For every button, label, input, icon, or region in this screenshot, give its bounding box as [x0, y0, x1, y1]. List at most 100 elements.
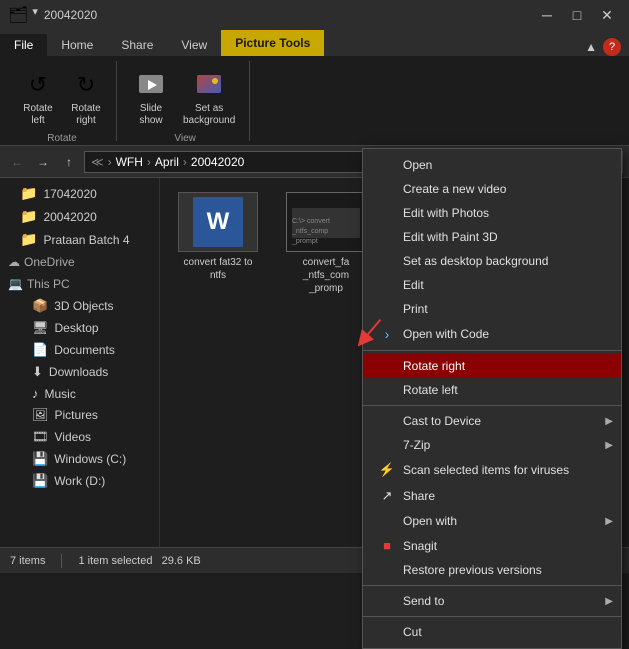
- slideshow-label: Slideshow: [139, 103, 162, 127]
- videos-icon: 🎞: [32, 429, 49, 445]
- ctx-label: Open with Code: [403, 327, 489, 341]
- sidebar-item-20042020[interactable]: 📁 20042020: [0, 205, 159, 228]
- cloud-icon: ☁: [8, 255, 20, 269]
- up-button[interactable]: ↑: [58, 151, 80, 173]
- tab-view[interactable]: View: [167, 34, 221, 56]
- sidebar-item-videos[interactable]: 🎞 Videos: [0, 426, 159, 448]
- set-background-button[interactable]: Set asbackground: [177, 65, 241, 131]
- sidebar-label: Music: [45, 387, 76, 401]
- context-menu: Open Create a new video Edit with Photos…: [362, 148, 622, 649]
- tab-home[interactable]: Home: [47, 34, 107, 56]
- ctx-label: Restore previous versions: [403, 563, 542, 577]
- ctx-edit[interactable]: Edit: [363, 273, 621, 297]
- ctx-7zip[interactable]: 7-Zip: [363, 433, 621, 457]
- tab-file[interactable]: File: [0, 34, 47, 56]
- ctx-create-video[interactable]: Create a new video: [363, 177, 621, 201]
- rotate-right-label: Rotateright: [71, 103, 100, 127]
- help-icon[interactable]: ?: [603, 38, 621, 56]
- ctx-label: Cast to Device: [403, 414, 481, 428]
- ctx-label: Edit with Paint 3D: [403, 230, 498, 244]
- sidebar-label: 3D Objects: [54, 299, 113, 313]
- ribbon-collapse-icon[interactable]: ▲: [585, 40, 597, 54]
- ctx-cast-to-device[interactable]: Cast to Device: [363, 409, 621, 433]
- window-title: 20042020: [44, 8, 97, 22]
- view-group-label: View: [174, 133, 196, 144]
- sidebar-item-3dobjects[interactable]: 📦 3D Objects: [0, 295, 159, 317]
- folder-icon: 📁: [20, 208, 37, 225]
- sidebar-item-music[interactable]: ♪ Music: [0, 383, 159, 404]
- sidebar-item-documents[interactable]: 📄 Documents: [0, 339, 159, 361]
- ctx-scan-viruses[interactable]: ⚡ Scan selected items for viruses: [363, 457, 621, 483]
- ctx-label: Rotate right: [403, 359, 465, 373]
- ribbon-group-view: Slideshow Set asbackground View: [121, 61, 250, 141]
- sidebar-item-windows-c[interactable]: 💾 Windows (C:): [0, 448, 159, 470]
- forward-button[interactable]: →: [32, 151, 54, 173]
- view-buttons: Slideshow Set asbackground: [129, 65, 241, 131]
- sidebar-item-work-d[interactable]: 💾 Work (D:): [0, 470, 159, 492]
- sidebar-item-downloads[interactable]: ⬇ Downloads: [0, 361, 159, 383]
- slideshow-icon: [135, 69, 167, 101]
- ctx-open[interactable]: Open: [363, 153, 621, 177]
- rotate-right-button[interactable]: ↻ Rotateright: [64, 65, 108, 131]
- documents-icon: 📄: [32, 342, 48, 358]
- snagit-icon: ■: [379, 538, 395, 553]
- ctx-open-vscode[interactable]: › Open with Code: [363, 321, 621, 347]
- rotate-left-button[interactable]: ↺ Rotateleft: [16, 65, 60, 131]
- ctx-restore-versions[interactable]: Restore previous versions: [363, 558, 621, 582]
- sidebar-label: Pictures: [55, 408, 98, 422]
- ctx-label: Print: [403, 302, 428, 316]
- back-button[interactable]: ←: [6, 151, 28, 173]
- ctx-send-to[interactable]: Send to: [363, 589, 621, 613]
- sidebar-item-pictures[interactable]: 🖼 Pictures: [0, 404, 159, 426]
- pictures-icon: 🖼: [32, 407, 49, 423]
- slideshow-button[interactable]: Slideshow: [129, 65, 173, 131]
- ctx-label: Cut: [403, 625, 422, 639]
- rotate-right-icon: ↻: [70, 69, 102, 101]
- ctx-cut[interactable]: Cut: [363, 620, 621, 644]
- ribbon-tabs: File Home Share View Picture Tools ▲ ?: [0, 30, 629, 56]
- file-label: convert_fa_ntfs_com_promp: [303, 256, 350, 295]
- sidebar-label: Work (D:): [54, 474, 105, 488]
- ctx-rotate-right[interactable]: Rotate right: [363, 354, 621, 378]
- path-wfh[interactable]: WFH: [116, 155, 143, 169]
- minimize-button[interactable]: ─: [533, 5, 561, 25]
- sidebar-item-thispc[interactable]: 💻 This PC: [0, 273, 159, 295]
- ctx-label: Snagit: [403, 539, 437, 553]
- ctx-edit-photos[interactable]: Edit with Photos: [363, 201, 621, 225]
- ctx-snagit[interactable]: ■ Snagit: [363, 533, 621, 558]
- svg-text:_prompt: _prompt: [291, 238, 318, 245]
- sidebar-item-onedrive[interactable]: ☁ OneDrive: [0, 251, 159, 273]
- tab-picture-tools[interactable]: Picture Tools: [221, 30, 324, 56]
- sidebar-label: Downloads: [49, 365, 108, 379]
- ctx-rotate-left[interactable]: Rotate left: [363, 378, 621, 402]
- sidebar-item-prataan[interactable]: 📁 Prataan Batch 4: [0, 228, 159, 251]
- sidebar-label: Desktop: [55, 321, 99, 335]
- desktop-icon: 🖥: [32, 320, 49, 336]
- drive-c-icon: 💾: [32, 451, 48, 467]
- sidebar-label: This PC: [27, 277, 70, 291]
- arrow-annotation: [358, 318, 382, 358]
- 3dobjects-icon: 📦: [32, 298, 48, 314]
- ctx-set-desktop-bg[interactable]: Set as desktop background: [363, 249, 621, 273]
- sidebar-item-17042020[interactable]: 📁 17042020: [0, 182, 159, 205]
- path-home-icon: ≪: [91, 155, 104, 169]
- file-item[interactable]: W convert fat32 tontfs: [168, 186, 268, 301]
- ctx-share[interactable]: ↗ Share: [363, 483, 621, 509]
- path-april[interactable]: April: [155, 155, 179, 169]
- ctx-edit-paint3d[interactable]: Edit with Paint 3D: [363, 225, 621, 249]
- path-sep2: ›: [147, 155, 151, 169]
- maximize-button[interactable]: □: [563, 5, 591, 25]
- ctx-print[interactable]: Print: [363, 297, 621, 321]
- scan-icon: ⚡: [379, 462, 395, 478]
- sidebar: 📁 17042020 📁 20042020 📁 Prataan Batch 4 …: [0, 178, 160, 547]
- file-item[interactable]: C:\> convert _ntfs_comp _prompt convert_…: [276, 186, 376, 301]
- title-bar-controls: ─ □ ✕: [533, 5, 621, 25]
- close-button[interactable]: ✕: [593, 5, 621, 25]
- rotate-buttons: ↺ Rotateleft ↻ Rotateright: [16, 65, 108, 131]
- path-folder[interactable]: 20042020: [191, 155, 244, 169]
- tab-share[interactable]: Share: [107, 34, 167, 56]
- sidebar-item-desktop[interactable]: 🖥 Desktop: [0, 317, 159, 339]
- file-thumbnail: C:\> convert _ntfs_comp _prompt: [286, 192, 366, 252]
- status-separator: [61, 554, 62, 568]
- ctx-open-with[interactable]: Open with: [363, 509, 621, 533]
